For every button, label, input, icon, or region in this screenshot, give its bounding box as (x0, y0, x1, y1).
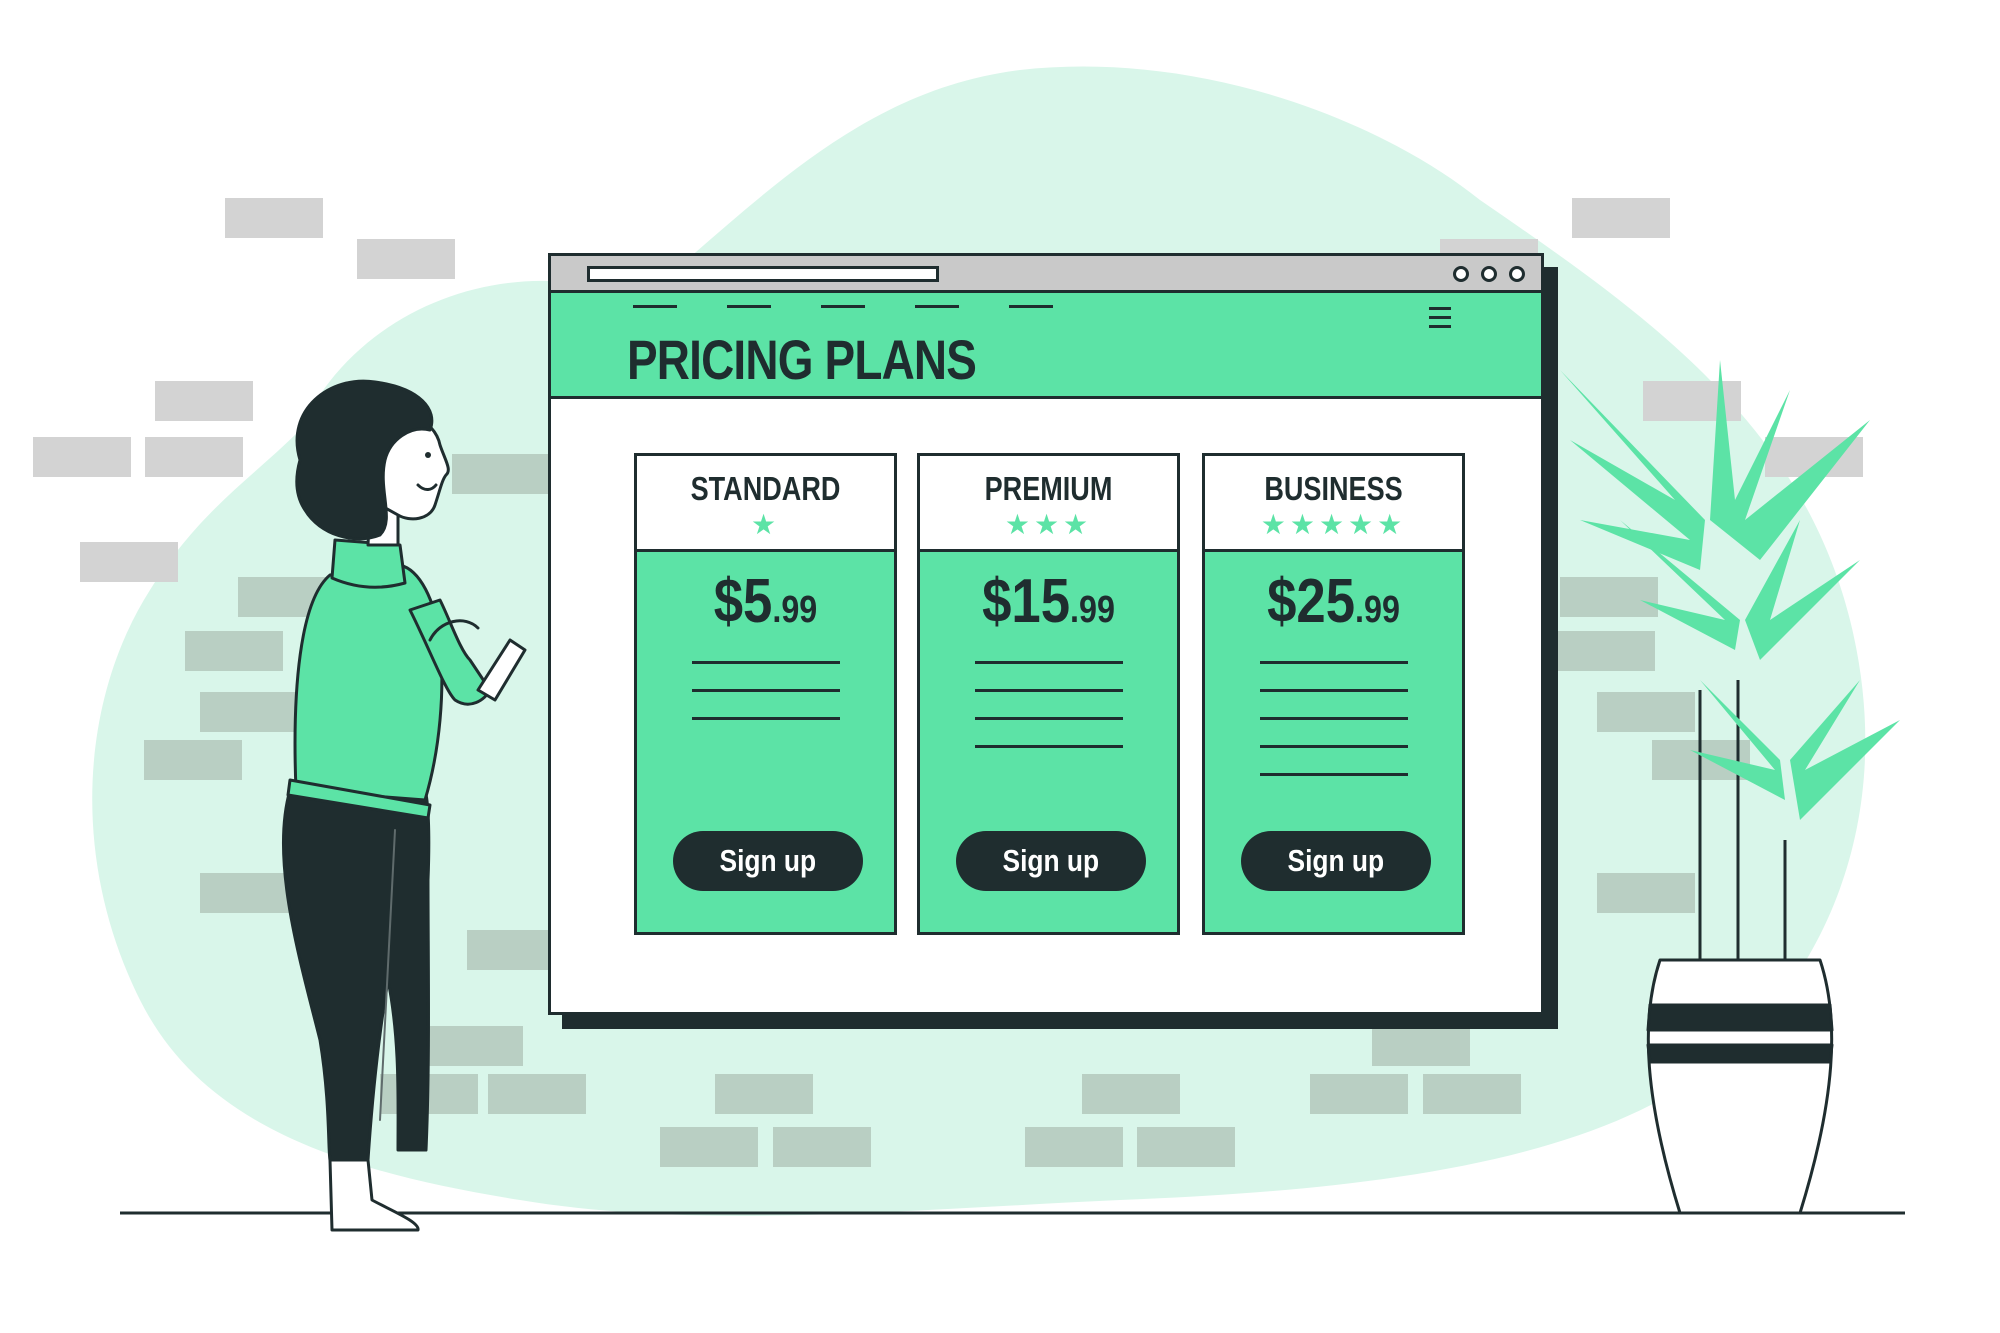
hamburger-menu-icon[interactable] (1429, 307, 1451, 334)
price-cents: .99 (1070, 589, 1115, 631)
signup-label: Sign up (1287, 843, 1385, 878)
feature-line (975, 689, 1123, 692)
nav-item[interactable] (1009, 305, 1053, 308)
feature-line (1260, 745, 1408, 748)
window-dot-icon[interactable] (1481, 266, 1497, 282)
address-bar[interactable] (587, 266, 939, 282)
plan-card-premium: PREMIUM ★★★ $15.99 Sign up (917, 453, 1180, 935)
plan-name: PREMIUM (984, 470, 1113, 507)
window-dot-icon[interactable] (1453, 266, 1469, 282)
feature-line (1260, 773, 1408, 776)
signup-button-premium[interactable]: Sign up (956, 831, 1146, 891)
feature-line (975, 717, 1123, 720)
feature-line (975, 661, 1123, 664)
plan-price: $25.99 (1224, 566, 1442, 637)
signup-button-business[interactable]: Sign up (1241, 831, 1431, 891)
plan-header: BUSINESS ★★★★★ (1205, 456, 1462, 552)
nav-item[interactable] (633, 305, 677, 308)
price-main: $5 (713, 567, 773, 636)
star-icon: ★★★ (1004, 509, 1093, 540)
plan-header: STANDARD ★ (637, 456, 894, 552)
price-cents: .99 (1355, 589, 1400, 631)
feature-line (1260, 717, 1408, 720)
plan-price: $5.99 (656, 566, 874, 637)
feature-line (1260, 661, 1408, 664)
nav-item[interactable] (915, 305, 959, 308)
feature-list (975, 661, 1123, 773)
feature-list (1260, 661, 1408, 801)
window-dot-icon[interactable] (1509, 266, 1525, 282)
price-main: $15 (982, 567, 1071, 636)
feature-line (692, 717, 840, 720)
nav-menu (633, 305, 1053, 308)
star-icon: ★ (750, 509, 781, 540)
page-title: PRICING PLANS (627, 328, 977, 391)
price-main: $25 (1267, 567, 1356, 636)
illustration-scene: PRICING PLANS STANDARD ★ $5.99 Sign up P… (0, 0, 2000, 1333)
nav-item[interactable] (821, 305, 865, 308)
plan-card-standard: STANDARD ★ $5.99 Sign up (634, 453, 897, 935)
plan-header: PREMIUM ★★★ (920, 456, 1177, 552)
feature-line (692, 689, 840, 692)
feature-line (1260, 689, 1408, 692)
signup-label: Sign up (1002, 843, 1100, 878)
browser-chrome (551, 256, 1541, 293)
browser-window: PRICING PLANS STANDARD ★ $5.99 Sign up P… (548, 253, 1544, 1015)
plan-price: $15.99 (939, 566, 1157, 637)
site-header: PRICING PLANS (551, 293, 1541, 399)
window-controls (1453, 266, 1525, 282)
plan-name: STANDARD (690, 470, 841, 507)
feature-line (975, 745, 1123, 748)
feature-list (692, 661, 840, 745)
nav-item[interactable] (727, 305, 771, 308)
plan-name: BUSINESS (1264, 470, 1403, 507)
price-cents: .99 (772, 589, 818, 631)
star-icon: ★★★★★ (1260, 509, 1407, 540)
signup-label: Sign up (719, 843, 817, 878)
signup-button-standard[interactable]: Sign up (673, 831, 863, 891)
plan-card-business: BUSINESS ★★★★★ $25.99 Sign up (1202, 453, 1465, 935)
feature-line (692, 661, 840, 664)
